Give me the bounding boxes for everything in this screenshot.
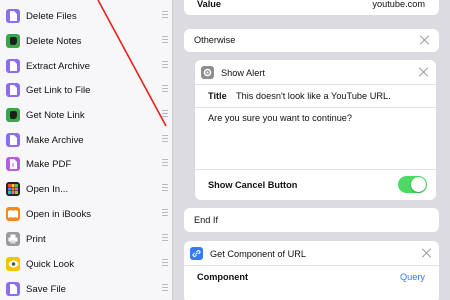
action-delete-files[interactable]: Delete Files [0,4,172,29]
drag-handle-icon[interactable] [162,135,168,145]
action-label: Quick Look [26,258,74,270]
action-label: Extract Archive [26,60,90,72]
drag-handle-icon[interactable] [162,234,168,244]
title-field-value[interactable]: This doesn't look like a YouTube URL. [236,91,391,101]
gear-icon [201,66,214,79]
close-icon[interactable] [419,35,429,45]
action-open-in[interactable]: Open In... [0,177,172,202]
open-in-grid-icon [6,182,20,197]
drag-handle-icon[interactable] [162,61,168,71]
drag-handle-icon[interactable] [162,36,168,46]
drag-handle-icon[interactable] [162,259,168,269]
printer-icon [6,232,20,247]
action-get-link-to-file[interactable]: Get Link to File [0,78,172,103]
action-quick-look[interactable]: Quick Look [0,252,172,277]
divider [195,84,436,85]
component-label: Component [197,272,249,282]
action-extract-archive[interactable]: Extract Archive [0,54,172,79]
evernote-icon [6,108,20,123]
alert-message[interactable]: Are you sure you want to continue? [208,113,352,123]
action-label: Save File [26,283,66,295]
action-label: Make Archive [26,134,84,146]
if-condition-card: Value youtube.com [184,0,439,15]
drag-handle-icon[interactable] [162,209,168,219]
quick-look-eye-icon [6,257,20,272]
file-icon [6,133,20,148]
drag-handle-icon[interactable] [162,284,168,294]
value-label: Value [197,0,222,9]
action-label: Get Note Link [26,109,85,121]
drag-handle-icon[interactable] [162,184,168,194]
action-open-in-ibooks[interactable]: Open in iBooks [0,202,172,227]
divider [195,169,436,170]
evernote-icon [6,34,20,49]
show-alert-title: Show Alert [221,68,265,78]
action-delete-notes[interactable]: Delete Notes [0,29,172,54]
actions-list: Delete Files Delete Notes Extract Archiv… [0,0,173,300]
drag-handle-icon[interactable] [162,11,168,21]
file-icon [6,9,20,24]
cancel-button-label: Show Cancel Button [208,180,298,190]
action-make-archive[interactable]: Make Archive [0,128,172,153]
action-save-file[interactable]: Save File [0,277,172,300]
pdf-icon [6,157,20,172]
action-label: Get Link to File [26,84,91,96]
action-label: Print [26,233,46,245]
action-label: Make PDF [26,158,72,170]
drag-handle-icon[interactable] [162,85,168,95]
get-component-title: Get Component of URL [210,249,307,259]
workflow-canvas: Value youtube.com Otherwise Show Alert T… [173,0,450,300]
otherwise-label: Otherwise [194,35,236,45]
otherwise-card: Otherwise [184,29,439,52]
action-label: Delete Notes [26,35,82,47]
divider [195,107,436,108]
action-get-note-link[interactable]: Get Note Link [0,103,172,128]
action-label: Delete Files [26,10,77,22]
drag-handle-icon[interactable] [162,110,168,120]
action-make-pdf[interactable]: Make PDF [0,152,172,177]
action-label: Open in iBooks [26,208,92,220]
value-field[interactable]: youtube.com [372,0,425,9]
action-label: Open In... [26,183,69,195]
title-field-label: Title [208,91,227,101]
show-cancel-toggle[interactable] [398,176,427,193]
component-value[interactable]: Query [400,272,425,282]
end-if-card: End If [184,208,439,232]
file-icon [6,282,20,297]
divider [184,265,439,266]
end-if-label: End If [194,215,219,225]
get-component-card: Get Component of URL Component Query [184,241,439,300]
file-icon [6,83,20,98]
file-icon [6,59,20,74]
action-print[interactable]: Print [0,227,172,252]
drag-handle-icon[interactable] [162,159,168,169]
close-icon[interactable] [421,248,431,258]
ibooks-icon [6,207,20,222]
link-icon [190,247,203,260]
close-icon[interactable] [418,67,428,77]
show-alert-card: Show Alert Title This doesn't look like … [195,60,436,200]
